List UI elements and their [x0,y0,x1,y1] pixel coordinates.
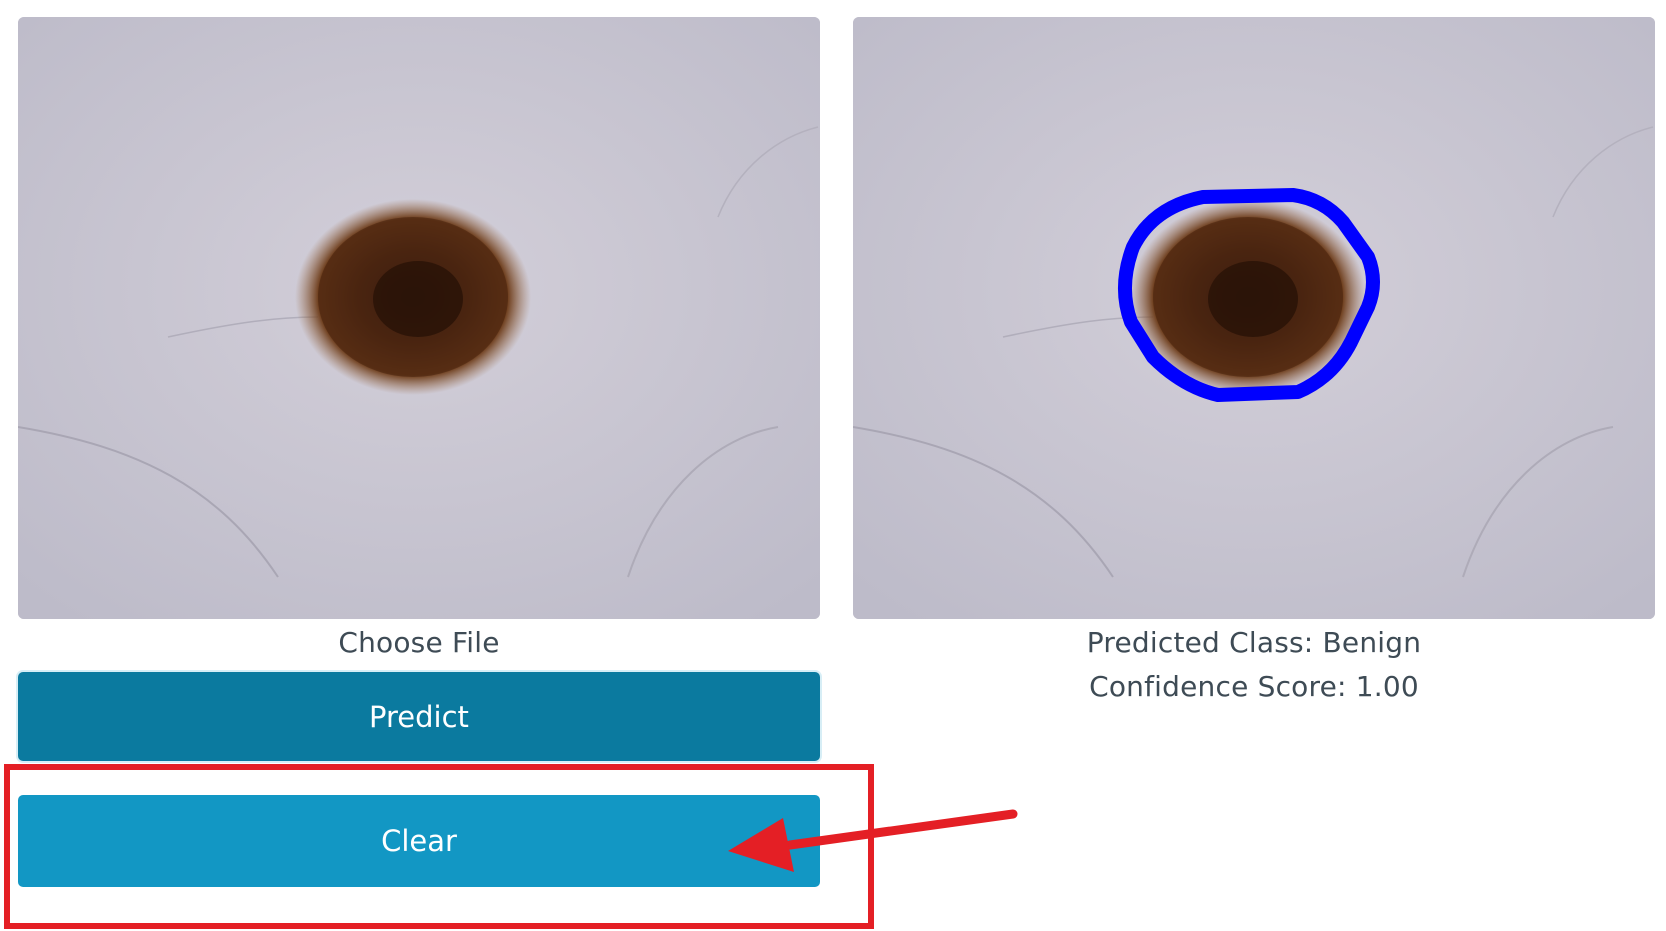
output-image-preview [853,17,1655,619]
predicted-class-label: Predicted Class: Benign [1086,626,1422,659]
predict-button[interactable]: Predict [18,672,820,761]
app-root: Choose File Predicted Class: Benign Conf… [0,0,1666,931]
clear-button[interactable]: Clear [18,795,820,887]
skin-lesion-photo-icon [18,17,820,619]
segmented-lesion-photo-icon [853,17,1655,619]
choose-file-button[interactable]: Choose File [18,623,820,663]
confidence-score-label: Confidence Score: 1.00 [1089,670,1419,703]
input-image-preview [18,17,820,619]
